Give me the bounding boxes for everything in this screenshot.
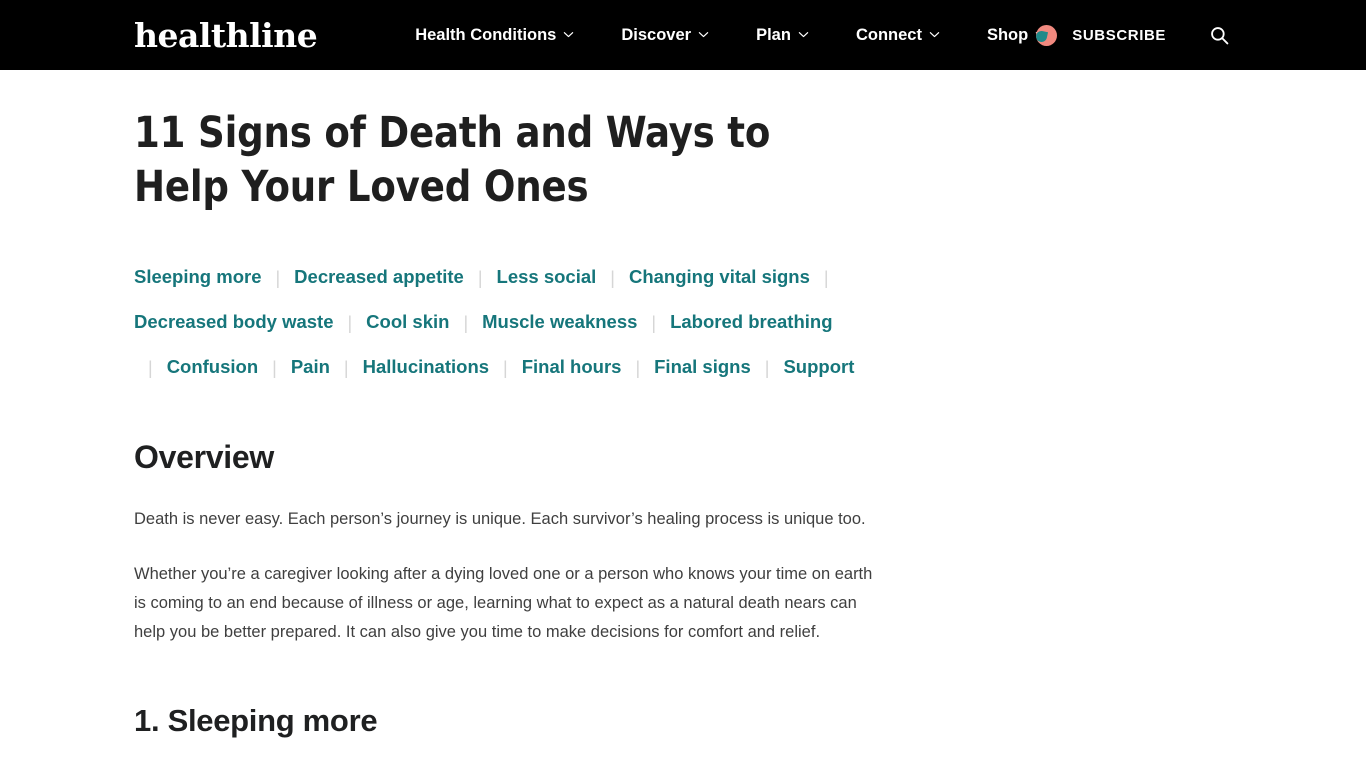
header-actions: SUBSCRIBE <box>1036 0 1366 70</box>
toc-separator: | <box>610 268 615 289</box>
chevron-down-icon <box>929 29 940 40</box>
chevron-down-icon <box>698 29 709 40</box>
toc-separator: | <box>823 268 829 289</box>
toc-link-final-signs[interactable]: Final signs <box>654 356 751 377</box>
toc-separator: | <box>463 313 469 334</box>
overview-heading: Overview <box>134 439 274 476</box>
toc-separator: | <box>347 313 353 334</box>
healthline-brand-mark-icon[interactable] <box>1036 24 1058 46</box>
chevron-down-icon <box>563 29 574 40</box>
toc-link-final-hours[interactable]: Final hours <box>522 356 622 377</box>
site-header: healthline Health Conditions Discover Pl… <box>0 0 1366 70</box>
page-body: 11 Signs of Death and Ways to Help Your … <box>0 70 1366 768</box>
toc-link-hallucinations[interactable]: Hallucinations <box>363 356 489 377</box>
toc-separator: | <box>343 358 349 379</box>
sidebar-rail <box>894 70 1366 768</box>
section-1-heading: 1. Sleeping more <box>134 703 378 739</box>
chevron-down-icon <box>798 29 809 40</box>
toc-link-sleeping-more[interactable]: Sleeping more <box>134 266 261 287</box>
overview-paragraph-2: Whether you’re a caregiver looking after… <box>134 565 873 642</box>
overview-paragraph-1: Death is never easy. Each person’s journ… <box>134 510 866 529</box>
page-title: 11 Signs of Death and Ways to Help Your … <box>134 108 771 213</box>
toc-link-decreased-appetite[interactable]: Decreased appetite <box>294 266 464 287</box>
toc-link-muscle-weakness[interactable]: Muscle weakness <box>482 311 637 332</box>
toc-link-support[interactable]: Support <box>783 356 854 377</box>
nav-item-label: Health Conditions <box>415 25 557 44</box>
toc-separator: | <box>635 358 641 379</box>
toc-link-confusion[interactable]: Confusion <box>167 356 258 377</box>
toc-separator: | <box>477 268 483 289</box>
article-content: 11 Signs of Death and Ways to Help Your … <box>134 70 894 768</box>
nav-item-label: Plan <box>756 25 791 44</box>
search-icon[interactable] <box>1208 24 1230 46</box>
table-of-contents: Sleeping more | Decreased appetite | Less so… <box>134 255 864 390</box>
nav-item-plan[interactable]: Plan <box>756 18 809 53</box>
subscribe-button[interactable]: SUBSCRIBE <box>1072 27 1166 44</box>
nav-item-health-conditions[interactable]: Health Conditions <box>415 18 574 53</box>
nav-item-label: Discover <box>621 25 692 44</box>
toc-separator: | <box>148 358 153 379</box>
site-logo[interactable]: healthline <box>134 19 318 52</box>
toc-link-changing-vital-signs[interactable]: Changing vital signs <box>629 266 810 287</box>
nav-item-label: Shop <box>986 25 1029 44</box>
toc-separator: | <box>275 268 281 289</box>
nav-item-label: Connect <box>855 25 922 44</box>
toc-separator: | <box>503 358 508 379</box>
toc-separator: | <box>764 358 770 379</box>
toc-link-less-social[interactable]: Less social <box>497 266 597 287</box>
toc-separator: | <box>651 313 657 334</box>
toc-separator: | <box>272 358 277 379</box>
toc-link-decreased-body-waste[interactable]: Decreased body waste <box>134 311 333 332</box>
toc-link-labored-breathing[interactable]: Labored breathing <box>670 311 832 332</box>
nav-item-discover[interactable]: Discover <box>621 18 709 53</box>
toc-link-pain[interactable]: Pain <box>291 356 330 377</box>
toc-link-cool-skin[interactable]: Cool skin <box>366 311 449 332</box>
primary-navigation: Health Conditions Discover Plan Connect … <box>415 18 1046 53</box>
nav-item-connect[interactable]: Connect <box>856 18 940 53</box>
